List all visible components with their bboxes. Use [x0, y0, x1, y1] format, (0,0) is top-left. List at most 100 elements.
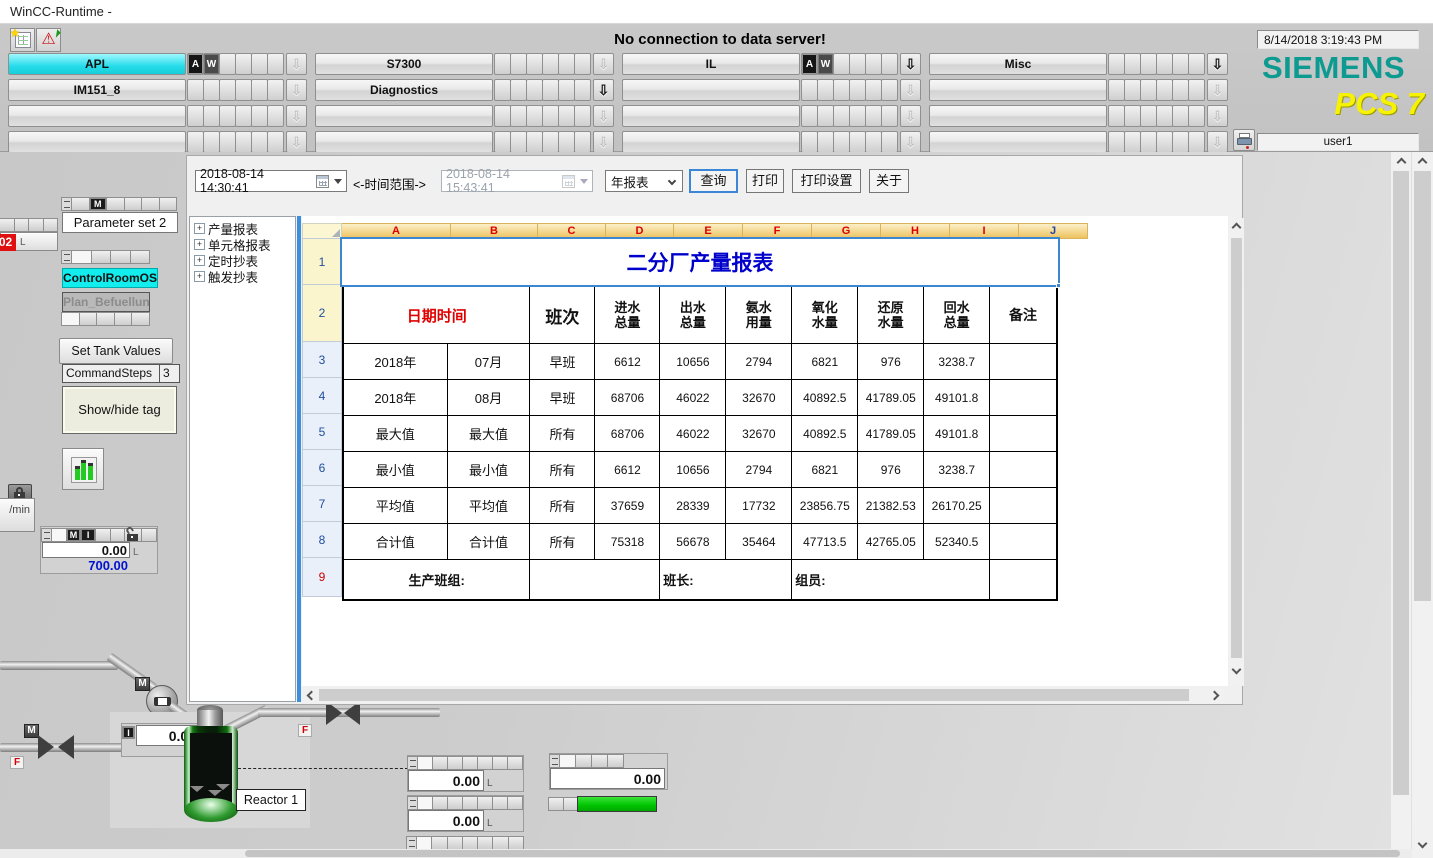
data-cell[interactable]: 49101.8 [924, 380, 990, 416]
nav-cell[interactable] [574, 79, 591, 101]
nav-button-IL[interactable]: IL [622, 53, 800, 75]
meter-2-value[interactable]: 0.00 [408, 810, 484, 831]
header-cell[interactable]: 还原 水量 [858, 287, 924, 344]
overview-vscrollbar[interactable] [1391, 152, 1411, 849]
header-cell[interactable]: 日期时间 [344, 287, 530, 344]
plan-stepper-strip[interactable] [62, 312, 150, 326]
stepper-cell[interactable] [110, 528, 126, 542]
data-cell[interactable]: 41789.05 [858, 380, 924, 416]
nav-cell[interactable] [542, 131, 559, 153]
row-header-7[interactable]: 7 [302, 485, 342, 522]
alarm-cell[interactable]: A [801, 53, 818, 75]
stepper-cell[interactable] [106, 197, 125, 211]
stepper-cell[interactable] [51, 528, 67, 542]
data-cell[interactable]: 早班 [530, 344, 595, 380]
data-cell[interactable]: 56678 [660, 524, 726, 560]
nav-button-blank[interactable] [8, 105, 186, 127]
data-cell[interactable]: 46022 [660, 380, 726, 416]
column-header-G[interactable]: G [811, 223, 881, 239]
data-cell[interactable]: 2018年 [344, 380, 448, 416]
nav-cell[interactable] [801, 131, 818, 153]
stepper-cell[interactable] [548, 797, 564, 811]
nav-cell[interactable] [235, 131, 252, 153]
nav-cell[interactable] [849, 105, 866, 127]
data-cell[interactable]: 42765.05 [858, 524, 924, 560]
sheet-scroll-up-icon[interactable] [1229, 218, 1244, 233]
set-tank-values-button[interactable]: Set Tank Values [59, 338, 173, 364]
nav-area-arrow-button[interactable]: ⇩ [900, 131, 921, 153]
nav-cell[interactable] [865, 131, 882, 153]
meter-4-value[interactable]: 0.00 [550, 768, 665, 789]
tree-expand-icon[interactable]: + [194, 255, 205, 266]
nav-cell[interactable] [817, 79, 834, 101]
data-cell[interactable]: 6821 [792, 452, 858, 488]
stepper-cell[interactable] [462, 796, 478, 810]
nav-cell[interactable] [1156, 131, 1173, 153]
tree-expand-icon[interactable]: + [194, 223, 205, 234]
stepper-cell[interactable] [71, 250, 92, 264]
data-cell[interactable]: 46022 [660, 416, 726, 452]
nav-cell[interactable] [510, 105, 527, 127]
nav-cell[interactable] [801, 105, 818, 127]
data-cell[interactable]: 最大值 [448, 416, 531, 452]
row-header-1[interactable]: 1 [302, 238, 342, 285]
stepper-cell[interactable] [114, 312, 133, 326]
data-cell[interactable]: 3238.7 [924, 452, 990, 488]
overview-scroll-up-icon[interactable] [1391, 152, 1411, 169]
stepper-cell[interactable] [79, 312, 98, 326]
alarm-cell[interactable]: A [187, 53, 204, 75]
stepper-cell[interactable] [432, 756, 448, 770]
meter-1-value[interactable]: 0.00 [408, 770, 484, 791]
data-cell[interactable]: 平均值 [344, 488, 448, 524]
interlock-cell[interactable]: I [80, 528, 96, 542]
data-cell[interactable]: 10656 [660, 344, 726, 380]
data-cell[interactable]: 40892.5 [792, 380, 858, 416]
manual-mode-cell[interactable]: M [66, 528, 82, 542]
nav-area-arrow-button[interactable]: ⇩ [1207, 105, 1228, 127]
warning-cell[interactable]: W [203, 53, 220, 75]
data-cell[interactable] [990, 452, 1056, 488]
row-header-4[interactable]: 4 [302, 377, 342, 414]
sheet-scroll-left-icon[interactable] [302, 687, 317, 703]
stepper-cell[interactable] [431, 836, 447, 850]
nav-cell[interactable] [833, 79, 850, 101]
nav-cell[interactable] [1140, 79, 1157, 101]
nav-cell[interactable] [558, 131, 575, 153]
stepper-cell[interactable] [416, 836, 432, 850]
nav-cell[interactable] [801, 79, 818, 101]
nav-button-APL[interactable]: APL [8, 53, 186, 75]
nav-button-Misc[interactable]: Misc [929, 53, 1107, 75]
stepper-cell[interactable] [159, 197, 178, 211]
warning-cell[interactable]: W [817, 53, 834, 75]
nav-cell[interactable] [574, 131, 591, 153]
stepper-cell[interactable] [607, 754, 624, 768]
nav-cell[interactable] [203, 105, 220, 127]
nav-cell[interactable] [849, 79, 866, 101]
data-cell[interactable]: 21382.53 [858, 488, 924, 524]
column-header-J[interactable]: J [1018, 223, 1088, 239]
nav-button-S7300[interactable]: S7300 [315, 53, 493, 75]
nav-cell[interactable] [881, 131, 898, 153]
tank-value-field[interactable]: 0.00 [42, 542, 130, 558]
nav-cell[interactable] [251, 53, 268, 75]
tree-expand-icon[interactable]: + [194, 271, 205, 282]
nav-cell[interactable] [817, 131, 834, 153]
select-all-corner[interactable] [302, 223, 342, 239]
command-steps-field[interactable]: CommandSteps [62, 364, 160, 383]
unlock-cell[interactable] [124, 528, 142, 542]
parameter-stepper-strip[interactable]: M [62, 197, 177, 211]
nav-cell[interactable] [1140, 131, 1157, 153]
footer-leader-cell[interactable]: 班长: [660, 560, 792, 599]
nav-cell[interactable] [235, 105, 252, 127]
nav-cell[interactable] [1188, 53, 1205, 75]
nav-cell[interactable] [1172, 131, 1189, 153]
nav-cell[interactable] [542, 53, 559, 75]
stepper-cell[interactable] [61, 312, 80, 326]
nav-cell[interactable] [526, 79, 543, 101]
print-setup-button[interactable]: 打印设置 [792, 169, 861, 193]
data-cell[interactable]: 17732 [726, 488, 792, 524]
data-cell[interactable]: 合计值 [344, 524, 448, 560]
nav-cell[interactable] [574, 105, 591, 127]
data-cell[interactable]: 6821 [792, 344, 858, 380]
nav-cell[interactable] [219, 53, 236, 75]
